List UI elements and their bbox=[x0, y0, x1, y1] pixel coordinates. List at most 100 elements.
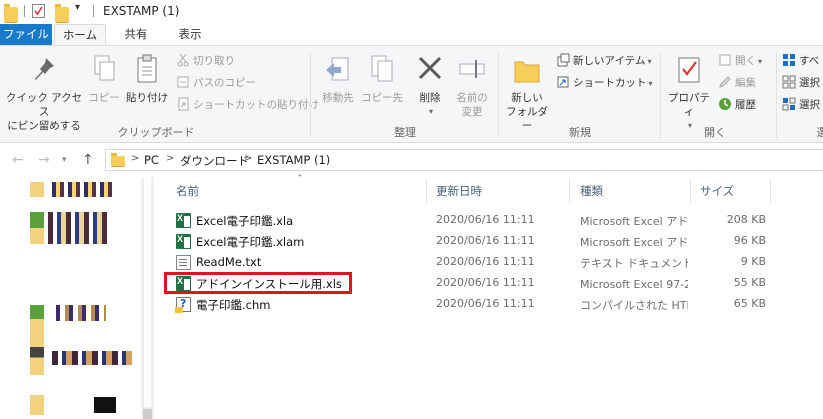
select-none-button[interactable]: 選択 bbox=[782, 74, 820, 92]
breadcrumb-downloads[interactable]: ダウンロード bbox=[180, 153, 249, 169]
file-type: Microsoft Excel 97-2003 ワークシート bbox=[580, 278, 688, 291]
forward-arrow-icon[interactable]: → bbox=[38, 152, 50, 168]
paste-button[interactable]: 貼り付け bbox=[124, 50, 170, 105]
select-all-button[interactable]: すべ bbox=[782, 52, 819, 70]
history-button[interactable]: 履歴 bbox=[718, 96, 756, 114]
breadcrumb-exstamp[interactable]: EXSTAMP (1) bbox=[257, 153, 330, 167]
file-type: テキスト ドキュメント bbox=[580, 257, 688, 270]
chevron-down-icon[interactable]: ▾ bbox=[410, 105, 452, 119]
history-icon bbox=[718, 97, 732, 111]
column-header-type[interactable]: 種類 bbox=[580, 183, 603, 199]
organize-group-label: 整理 bbox=[394, 126, 416, 139]
nav-item-blurred[interactable] bbox=[94, 397, 116, 413]
pin-label-line1: クイック アクセス bbox=[5, 92, 83, 118]
pin-quick-access-button[interactable]: クイック アクセス にピン留めする bbox=[4, 50, 84, 133]
file-name: 電子印鑑.chm bbox=[196, 298, 271, 312]
tab-view[interactable]: 表示 bbox=[164, 24, 216, 46]
file-size: 65 KB bbox=[733, 297, 766, 310]
nav-item-blurred[interactable] bbox=[52, 182, 112, 197]
ribbon: クイック アクセス にピン留めする コピー 貼り付け 切り取り パスのコピー シ… bbox=[0, 45, 823, 143]
cut-button[interactable]: 切り取り bbox=[176, 52, 235, 70]
copy-to-button[interactable]: コピー先 bbox=[360, 50, 404, 105]
toolbar-separator bbox=[93, 5, 94, 17]
tab-share[interactable]: 共有 bbox=[110, 24, 162, 46]
excel-addin-icon bbox=[176, 234, 191, 249]
column-header-size[interactable]: サイズ bbox=[700, 183, 734, 199]
paste-shortcut-button[interactable]: ショートカットの貼り付け bbox=[176, 96, 319, 114]
text-file-icon bbox=[176, 255, 191, 270]
move-to-button[interactable]: 移動先 bbox=[316, 50, 360, 105]
paste-icon bbox=[131, 52, 163, 88]
back-arrow-icon[interactable]: ← bbox=[12, 152, 24, 168]
chevron-down-icon: ▾ bbox=[648, 79, 653, 88]
properties-quick-icon[interactable] bbox=[32, 4, 45, 18]
ribbon-tabs: ファイル ホーム 共有 表示 bbox=[0, 24, 823, 46]
open-label: 開く bbox=[735, 55, 756, 67]
properties-button[interactable]: プロパティ ▾ bbox=[664, 50, 714, 133]
breadcrumb-pc[interactable]: PC bbox=[144, 153, 159, 167]
column-header-date[interactable]: 更新日時 bbox=[436, 183, 482, 199]
toolbar-separator bbox=[24, 5, 25, 17]
nav-scrollbar[interactable] bbox=[141, 177, 154, 419]
group-separator bbox=[660, 52, 661, 138]
new-item-icon bbox=[556, 53, 570, 67]
up-arrow-icon[interactable]: ↑ bbox=[82, 152, 94, 168]
new-group-label: 新規 bbox=[569, 126, 591, 139]
scrollbar-thumb[interactable] bbox=[144, 177, 151, 407]
copy-icon bbox=[88, 52, 120, 88]
copy-path-button[interactable]: パスのコピー bbox=[176, 74, 256, 92]
file-row[interactable]: Excel電子印鑑.xla 2020/06/16 11:11 Microsoft… bbox=[170, 210, 780, 231]
new-folder-icon bbox=[511, 52, 543, 88]
invert-selection-label: 選択 bbox=[799, 99, 820, 111]
breadcrumb-separator: > bbox=[244, 153, 253, 164]
file-row[interactable]: Excel電子印鑑.xlam 2020/06/16 11:11 Microsof… bbox=[170, 231, 780, 252]
column-separator[interactable] bbox=[426, 179, 427, 203]
recent-chevron-icon[interactable]: ▾ bbox=[62, 155, 67, 165]
file-type: Microsoft Excel アドイン bbox=[580, 236, 688, 249]
file-row[interactable]: 電子印鑑.chm 2020/06/16 11:11 コンパイルされた HTML … bbox=[170, 294, 780, 315]
cut-label: 切り取り bbox=[193, 55, 235, 67]
rename-button[interactable]: 名前の 変更 bbox=[452, 50, 492, 119]
file-row[interactable]: ReadMe.txt 2020/06/16 11:11 テキスト ドキュメント … bbox=[170, 252, 780, 273]
file-type: コンパイルされた HTML ヘルプ ファイル bbox=[580, 299, 688, 312]
file-name: Excel電子印鑑.xla bbox=[196, 214, 294, 228]
nav-item-blurred[interactable] bbox=[56, 305, 106, 321]
file-date: 2020/06/16 11:11 bbox=[436, 276, 535, 289]
file-date: 2020/06/16 11:11 bbox=[436, 297, 535, 310]
easy-access-button[interactable]: ショートカット ▾ bbox=[556, 74, 653, 92]
nav-item-blurred[interactable] bbox=[30, 212, 44, 244]
column-separator[interactable] bbox=[770, 179, 771, 203]
clipboard-group-label: クリップボード bbox=[117, 126, 195, 139]
nav-item-blurred[interactable] bbox=[48, 212, 108, 244]
nav-item-blurred[interactable] bbox=[30, 395, 44, 415]
paste-shortcut-icon bbox=[176, 97, 190, 111]
new-folder-line1: 新しい bbox=[511, 92, 543, 104]
scroll-down-arrow-icon[interactable] bbox=[143, 409, 152, 419]
nav-item-blurred[interactable] bbox=[30, 182, 44, 197]
sort-ascending-icon: ⌃ bbox=[296, 174, 304, 184]
column-separator[interactable] bbox=[690, 179, 691, 203]
new-folder-button[interactable]: 新しい フォルダー bbox=[502, 50, 552, 133]
nav-item-blurred[interactable] bbox=[52, 351, 132, 365]
new-folder-line2: フォルダー bbox=[506, 106, 548, 132]
tab-home[interactable]: ホーム bbox=[54, 24, 106, 46]
customize-quick-access-icon[interactable]: ▾ bbox=[75, 2, 80, 18]
delete-button[interactable]: 削除 ▾ bbox=[408, 50, 452, 119]
address-bar[interactable]: > PC > ダウンロード > EXSTAMP (1) bbox=[105, 149, 823, 171]
open-button[interactable]: 開く ▾ bbox=[718, 52, 762, 70]
new-folder-quick-icon[interactable] bbox=[55, 4, 69, 23]
nav-item-blurred[interactable] bbox=[30, 305, 44, 375]
column-separator[interactable] bbox=[569, 179, 570, 203]
group-separator bbox=[498, 52, 499, 138]
copy-button[interactable]: コピー bbox=[86, 50, 122, 105]
column-header-name[interactable]: 名前 bbox=[176, 183, 199, 199]
breadcrumb-separator: > bbox=[131, 153, 140, 164]
file-name: Excel電子印鑑.xlam bbox=[196, 235, 305, 249]
edit-button[interactable]: 編集 bbox=[718, 74, 756, 92]
move-to-label: 移動先 bbox=[322, 92, 354, 104]
navigation-pane[interactable] bbox=[0, 177, 154, 419]
invert-selection-button[interactable]: 選択 bbox=[782, 96, 820, 114]
tab-file[interactable]: ファイル bbox=[0, 24, 52, 46]
new-item-button[interactable]: 新しいアイテム ▾ bbox=[556, 52, 651, 70]
file-list[interactable]: ⌃ 名前 更新日時 種類 サイズ Excel電子印鑑.xla 2020/06/1… bbox=[156, 174, 823, 419]
